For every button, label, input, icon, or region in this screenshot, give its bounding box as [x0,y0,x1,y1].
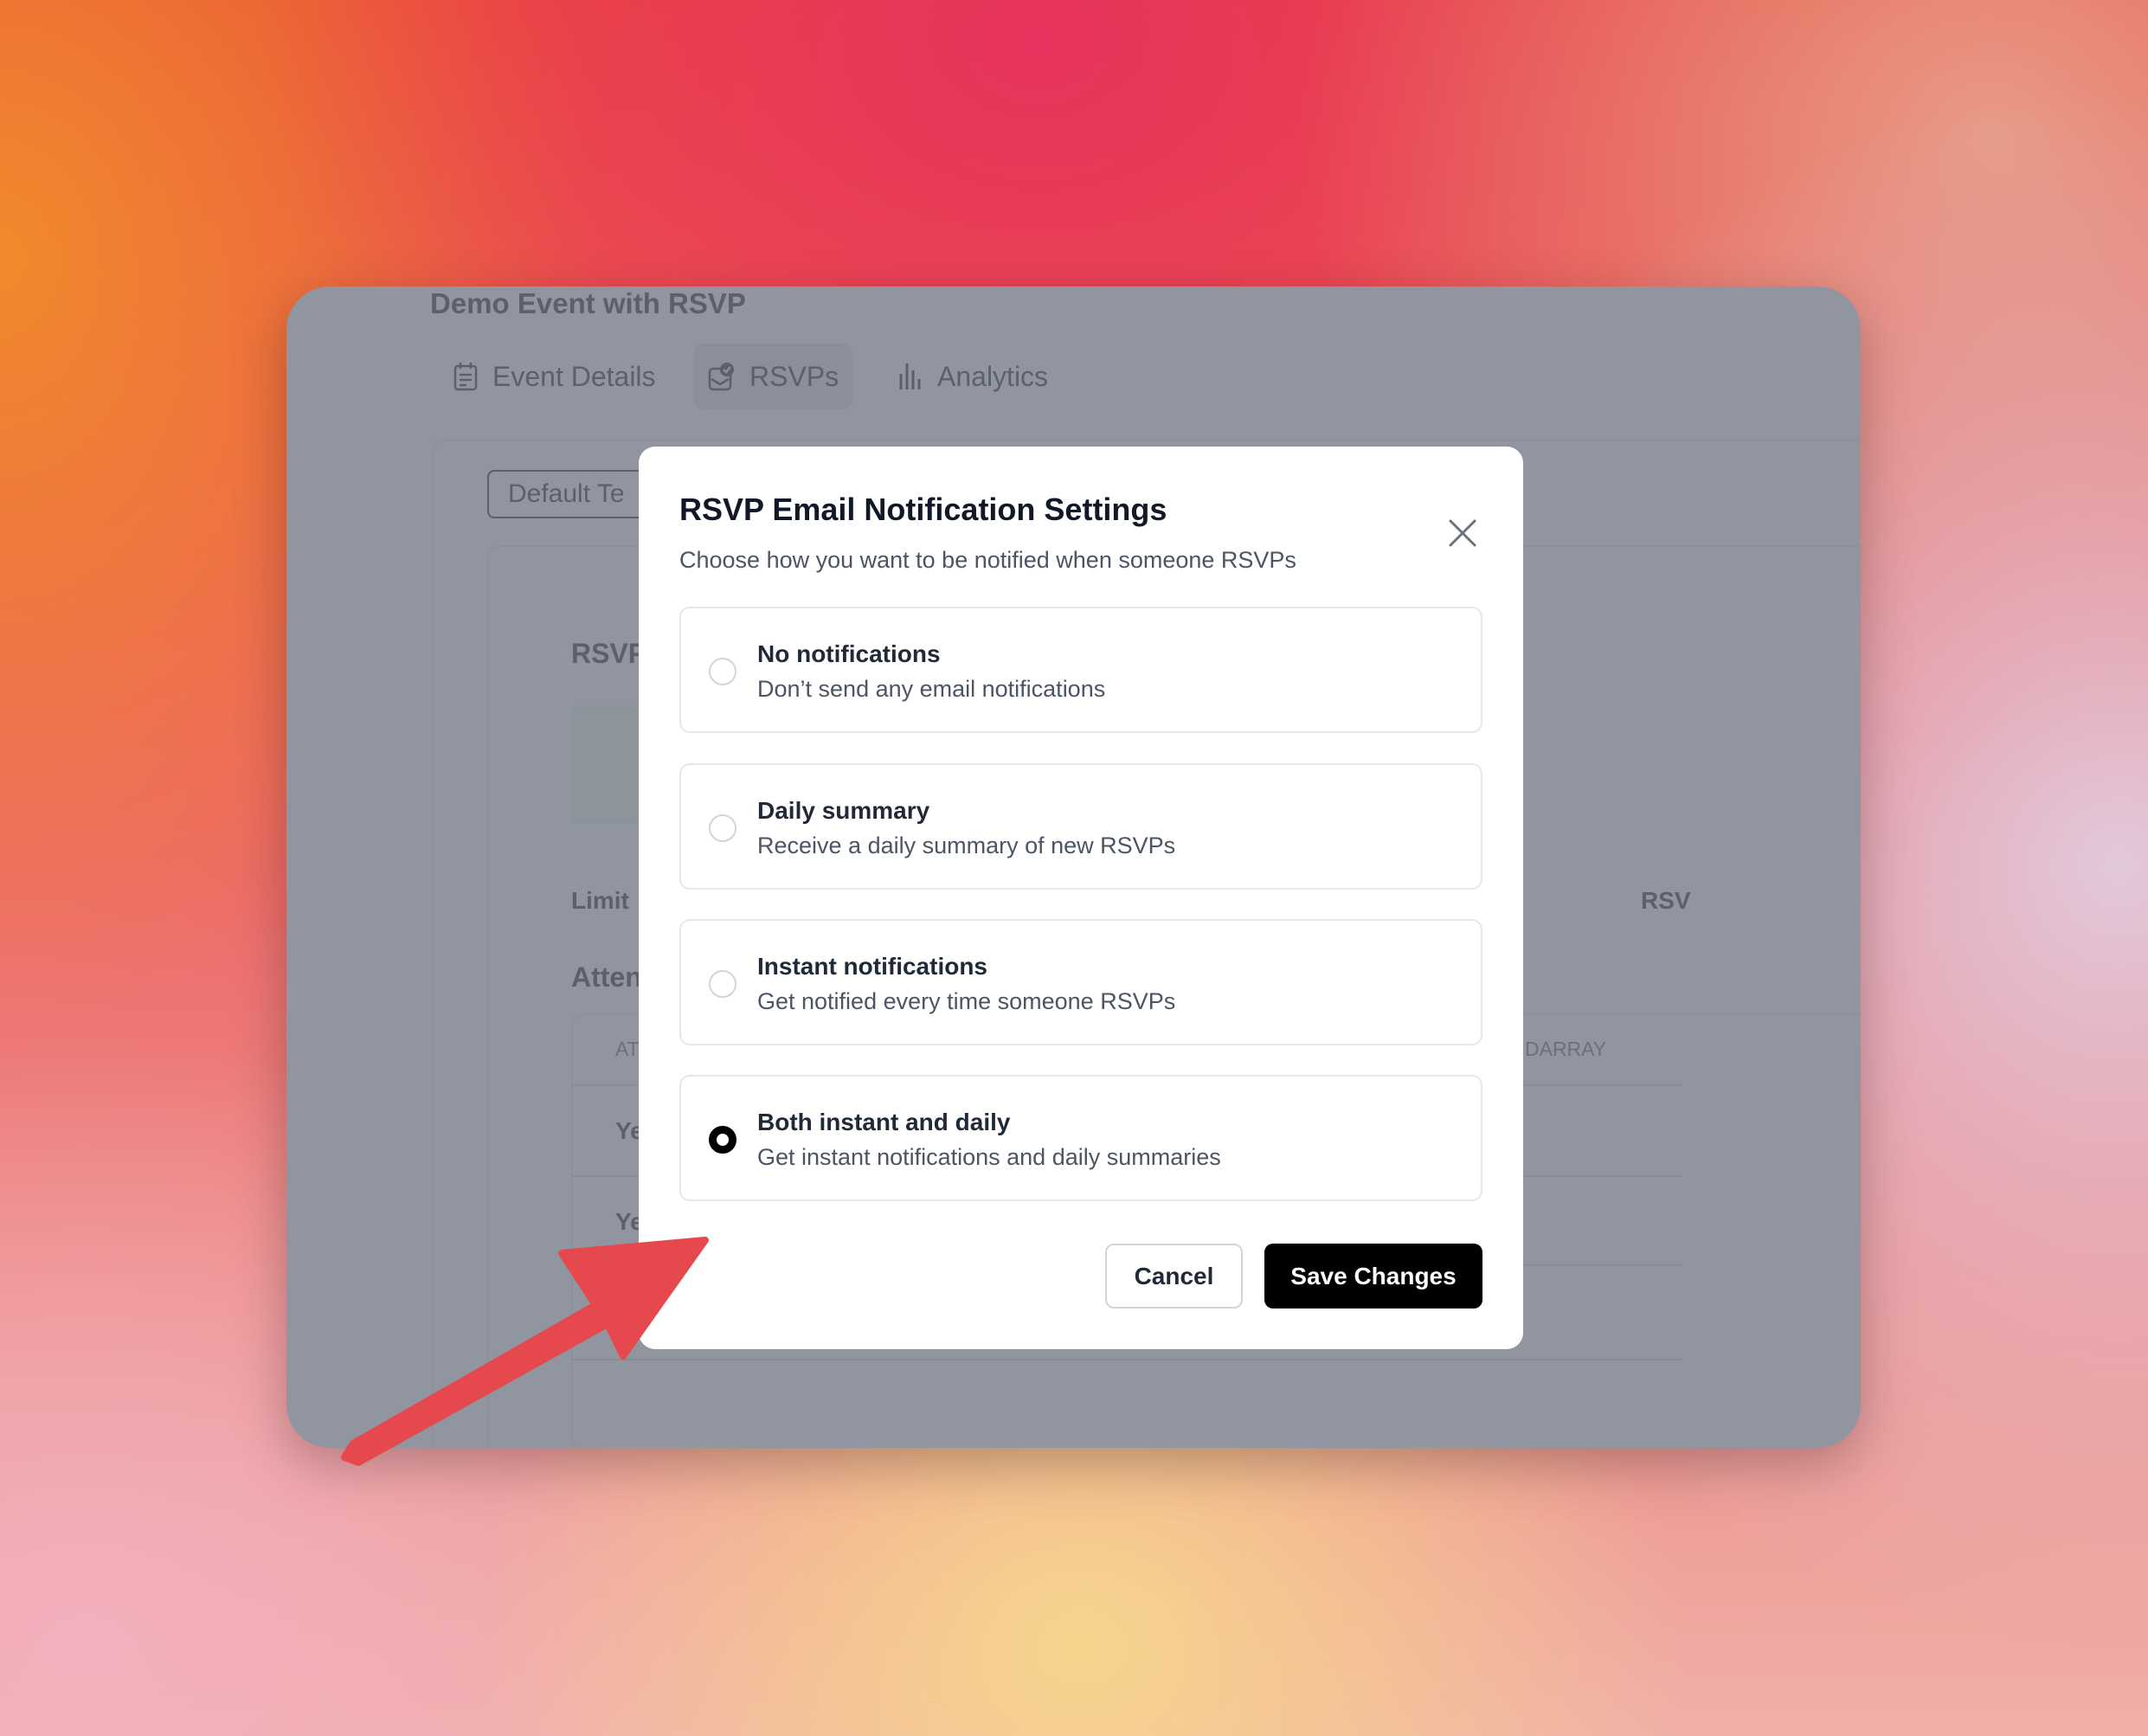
rsvp-check-icon [708,363,734,391]
option-description: Don’t send any email notifications [757,676,1106,702]
option-title: Both instant and daily [757,1109,1011,1135]
radio-button[interactable] [709,970,736,998]
modal-title: RSVP Email Notification Settings [679,492,1167,527]
radio-button[interactable] [709,658,736,685]
option-both-instant-and-daily[interactable]: Both instant and daily Get instant notif… [679,1075,1482,1201]
tab-label: Event Details [492,360,656,392]
option-description: Get instant notifications and daily summ… [757,1144,1221,1170]
tab-label: Analytics [937,360,1049,392]
modal-subtitle: Choose how you want to be notified when … [679,547,1296,573]
rsvp-right-label: RSV [1641,887,1691,914]
radio-button-selected[interactable] [709,1126,736,1154]
limit-label: Limit [571,887,629,914]
calendar-icon [453,363,478,391]
option-daily-summary[interactable]: Daily summary Receive a daily summary of… [679,763,1482,890]
close-icon[interactable] [1447,518,1478,549]
tab-analytics[interactable]: Analytics [897,344,1048,409]
option-title: No notifications [757,640,941,667]
rsvp-section-heading: RSVP [571,638,647,669]
event-title: Demo Event with RSVP [430,287,746,319]
option-title: Daily summary [757,797,930,824]
attendees-heading: Atten [571,961,642,993]
cancel-button[interactable]: Cancel [1105,1244,1243,1308]
option-title: Instant notifications [757,953,987,980]
option-instant-notifications[interactable]: Instant notifications Get notified every… [679,919,1482,1045]
tab-rsvps[interactable]: RSVPs [694,344,853,409]
tab-event-details[interactable]: Event Details [453,344,656,409]
table-header-dietarray: DARRAY [1525,1038,1607,1060]
option-description: Get notified every time someone RSVPs [757,988,1176,1014]
option-description: Receive a daily summary of new RSVPs [757,833,1176,858]
bar-chart-icon [899,363,921,389]
table-divider [571,1359,1682,1360]
save-changes-button[interactable]: Save Changes [1264,1244,1482,1308]
table-header-attendee: AT [615,1038,640,1060]
option-no-notifications[interactable]: No notifications Don’t send any email no… [679,607,1482,733]
notification-settings-modal: RSVP Email Notification Settings Choose … [639,447,1523,1349]
radio-button[interactable] [709,814,736,842]
tab-label: RSVPs [749,360,839,392]
